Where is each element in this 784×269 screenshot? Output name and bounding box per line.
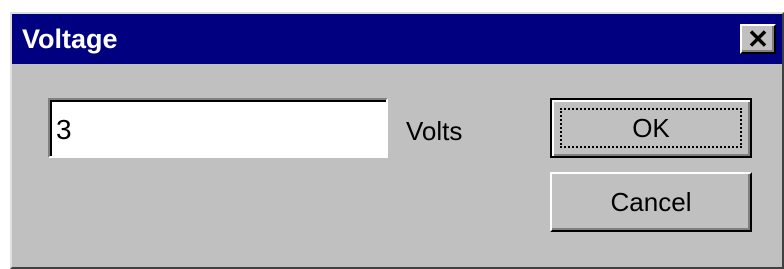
voltage-input[interactable]: [48, 98, 388, 158]
close-icon: ✕: [747, 24, 769, 54]
voltage-dialog: Voltage ✕ Volts OK Cancel: [10, 12, 784, 269]
ok-button[interactable]: OK: [550, 98, 752, 158]
cancel-button-label: Cancel: [610, 186, 692, 217]
dialog-title: Voltage: [22, 24, 118, 54]
close-button[interactable]: ✕: [740, 24, 776, 54]
title-bar[interactable]: Voltage ✕: [12, 14, 782, 64]
cancel-button[interactable]: Cancel: [550, 172, 752, 232]
focus-rectangle: OK: [560, 108, 742, 148]
ok-button-label: OK: [632, 112, 670, 143]
unit-label: Volts: [406, 116, 463, 146]
